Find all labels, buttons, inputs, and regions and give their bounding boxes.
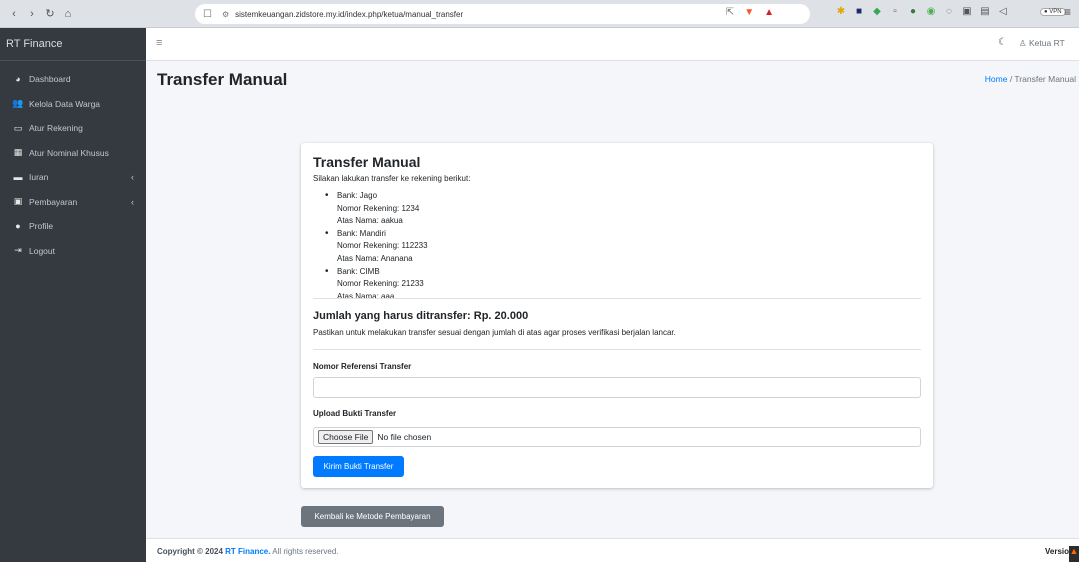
sidebar-item-atur-nominal-khusus[interactable]: ▦ Atur Nominal Khusus bbox=[0, 141, 146, 166]
brand-link[interactable]: RT Finance bbox=[0, 28, 146, 61]
transfer-note: Pastikan untuk melakukan transfer sesuai… bbox=[313, 328, 676, 337]
extension-icon[interactable]: ■ bbox=[853, 6, 865, 17]
extension-icon[interactable]: ● bbox=[907, 6, 919, 17]
reference-label: Nomor Referensi Transfer bbox=[313, 362, 412, 371]
transfer-amount: Jumlah yang harus ditransfer: Rp. 20.000 bbox=[313, 310, 529, 322]
sidebar-menu: ◕ Dashboard 👥 Kelola Data Warga ▭ Atur Reke… bbox=[0, 61, 146, 263]
extensions-bar: ✱ ■ ◆ ▫ ● ◉ ◌ ▣ ▤ ◁ bbox=[835, 6, 1009, 17]
forward-icon[interactable]: › bbox=[26, 8, 38, 20]
sidebar-item-logout[interactable]: ⇥ Logout bbox=[0, 239, 146, 264]
url-text[interactable]: sistemkeuangan.zidstore.my.id/index.php/… bbox=[235, 10, 463, 19]
wallet-icon[interactable]: ◁ bbox=[997, 6, 1009, 17]
sidebar-item-iuran[interactable]: ▬ Iuran ‹ bbox=[0, 165, 146, 190]
top-navbar: ≡ ☾ ♙ Ketua RT bbox=[146, 28, 1079, 61]
flame-icon: ▲ bbox=[1069, 546, 1079, 562]
dashboard-icon: ◕ bbox=[15, 74, 21, 85]
upload-label: Upload Bukti Transfer bbox=[313, 409, 397, 418]
account-number: Nomor Rekening: 1234 bbox=[337, 203, 420, 213]
chevron-left-icon: ‹ bbox=[131, 172, 134, 182]
browser-nav: ‹ › ↻ ⌂ bbox=[0, 7, 170, 21]
footer: Copyright © 2024 RT Finance. All rights … bbox=[146, 538, 1079, 562]
browser-toolbar: ‹ › ↻ ⌂ ☐ ⚙ sistemkeuangan.zidstore.my.i… bbox=[0, 0, 1079, 28]
account-number: Nomor Rekening: 112233 bbox=[337, 241, 428, 251]
footer-brand-link[interactable]: RT Finance. bbox=[225, 547, 270, 556]
chevron-left-icon: ‹ bbox=[131, 196, 134, 207]
browser-menu-icon[interactable]: ≡ bbox=[1064, 5, 1071, 19]
file-status: No file chosen bbox=[377, 432, 432, 442]
extension-icon[interactable]: ◉ bbox=[925, 6, 937, 17]
page-title: Transfer Manual bbox=[157, 70, 288, 89]
bookmark-icon[interactable]: ☐ bbox=[203, 9, 212, 20]
user-icon: ♙ bbox=[1019, 38, 1027, 48]
bank-list: Bank: Jago Nomor Rekening: 1234 Atas Nam… bbox=[313, 190, 921, 303]
bank-name: Bank: CIMB bbox=[337, 266, 380, 276]
vpn-button[interactable]: ● VPN bbox=[1040, 8, 1066, 16]
extension-icon[interactable]: ▫ bbox=[889, 6, 901, 17]
bank-name: Bank: Mandiri bbox=[337, 228, 386, 238]
transfer-card: Transfer Manual Silakan lakukan transfer… bbox=[301, 143, 933, 488]
extension-icon[interactable]: ◌ bbox=[943, 6, 955, 17]
choose-file-button[interactable]: Choose File bbox=[318, 430, 374, 444]
sidebar-item-kelola-data-warga[interactable]: 👥 Kelola Data Warga bbox=[0, 92, 146, 117]
brave-shield-icon[interactable]: ▼ bbox=[744, 7, 754, 18]
back-icon[interactable]: ‹ bbox=[8, 8, 20, 20]
sidebar-item-pembayaran[interactable]: ▣ Pembayaran ‹ bbox=[0, 190, 146, 215]
credit-card-icon: ▭ bbox=[13, 122, 23, 133]
payment-icon: ▣ bbox=[13, 196, 23, 207]
site-settings-icon[interactable]: ⚙ bbox=[222, 10, 229, 19]
breadcrumb-current: Transfer Manual bbox=[1014, 74, 1076, 84]
submit-proof-button[interactable]: Kirim Bukti Transfer bbox=[313, 456, 404, 477]
file-input[interactable]: Choose File No file chosen bbox=[313, 427, 921, 447]
dark-mode-icon[interactable]: ☾ bbox=[998, 37, 1007, 48]
breadcrumb-home-link[interactable]: Home bbox=[985, 74, 1008, 84]
list-item: Bank: Jago Nomor Rekening: 1234 Atas Nam… bbox=[325, 190, 921, 228]
address-bar[interactable]: ☐ ⚙ sistemkeuangan.zidstore.my.id/index.… bbox=[195, 4, 810, 24]
logout-icon: ⇥ bbox=[14, 245, 22, 256]
sidebar-item-profile[interactable]: ● Profile bbox=[0, 214, 146, 239]
user-menu[interactable]: ♙ Ketua RT bbox=[1019, 38, 1065, 49]
card-title: Transfer Manual bbox=[313, 154, 421, 170]
extension-icon[interactable]: ▣ bbox=[961, 6, 973, 17]
copyright: Copyright © 2024 RT Finance. All rights … bbox=[157, 547, 339, 556]
reference-input[interactable] bbox=[313, 377, 921, 398]
sidebar: RT Finance ◕ Dashboard 👥 Kelola Data Warga… bbox=[0, 28, 146, 562]
brave-rewards-icon[interactable]: ▲ bbox=[764, 7, 774, 18]
version-label: Versio bbox=[1044, 547, 1069, 556]
back-to-payment-methods-button[interactable]: Kembali ke Metode Pembayaran bbox=[301, 506, 444, 527]
users-icon: 👥 bbox=[12, 98, 24, 109]
extension-icon[interactable]: ◆ bbox=[871, 6, 883, 17]
account-holder: Atas Nama: aakua bbox=[337, 216, 403, 226]
money-icon: ▬ bbox=[13, 172, 23, 183]
home-icon[interactable]: ⌂ bbox=[62, 8, 74, 20]
divider bbox=[313, 349, 921, 350]
reload-icon[interactable]: ↻ bbox=[44, 7, 56, 20]
extension-icon[interactable]: ✱ bbox=[835, 6, 847, 17]
sidebar-toggle-icon[interactable]: ▤ bbox=[979, 6, 991, 17]
share-icon[interactable]: ⇱ bbox=[726, 7, 734, 18]
account-number: Nomor Rekening: 21233 bbox=[337, 279, 424, 289]
breadcrumb-separator: / bbox=[1009, 74, 1013, 84]
calculator-icon: ▦ bbox=[13, 147, 23, 158]
sidebar-item-atur-rekening[interactable]: ▭ Atur Rekening bbox=[0, 116, 146, 141]
account-holder: Atas Nama: Ananana bbox=[337, 253, 413, 263]
divider bbox=[313, 298, 921, 299]
hamburger-icon[interactable]: ≡ bbox=[156, 37, 162, 49]
user-icon: ● bbox=[15, 221, 21, 232]
card-intro: Silakan lakukan transfer ke rekening ber… bbox=[313, 174, 471, 183]
breadcrumb: Home / Transfer Manual bbox=[985, 74, 1076, 84]
bank-name: Bank: Jago bbox=[337, 191, 378, 200]
sidebar-item-dashboard[interactable]: ◕ Dashboard bbox=[0, 67, 146, 92]
list-item: Bank: Mandiri Nomor Rekening: 112233 Ata… bbox=[325, 228, 921, 266]
